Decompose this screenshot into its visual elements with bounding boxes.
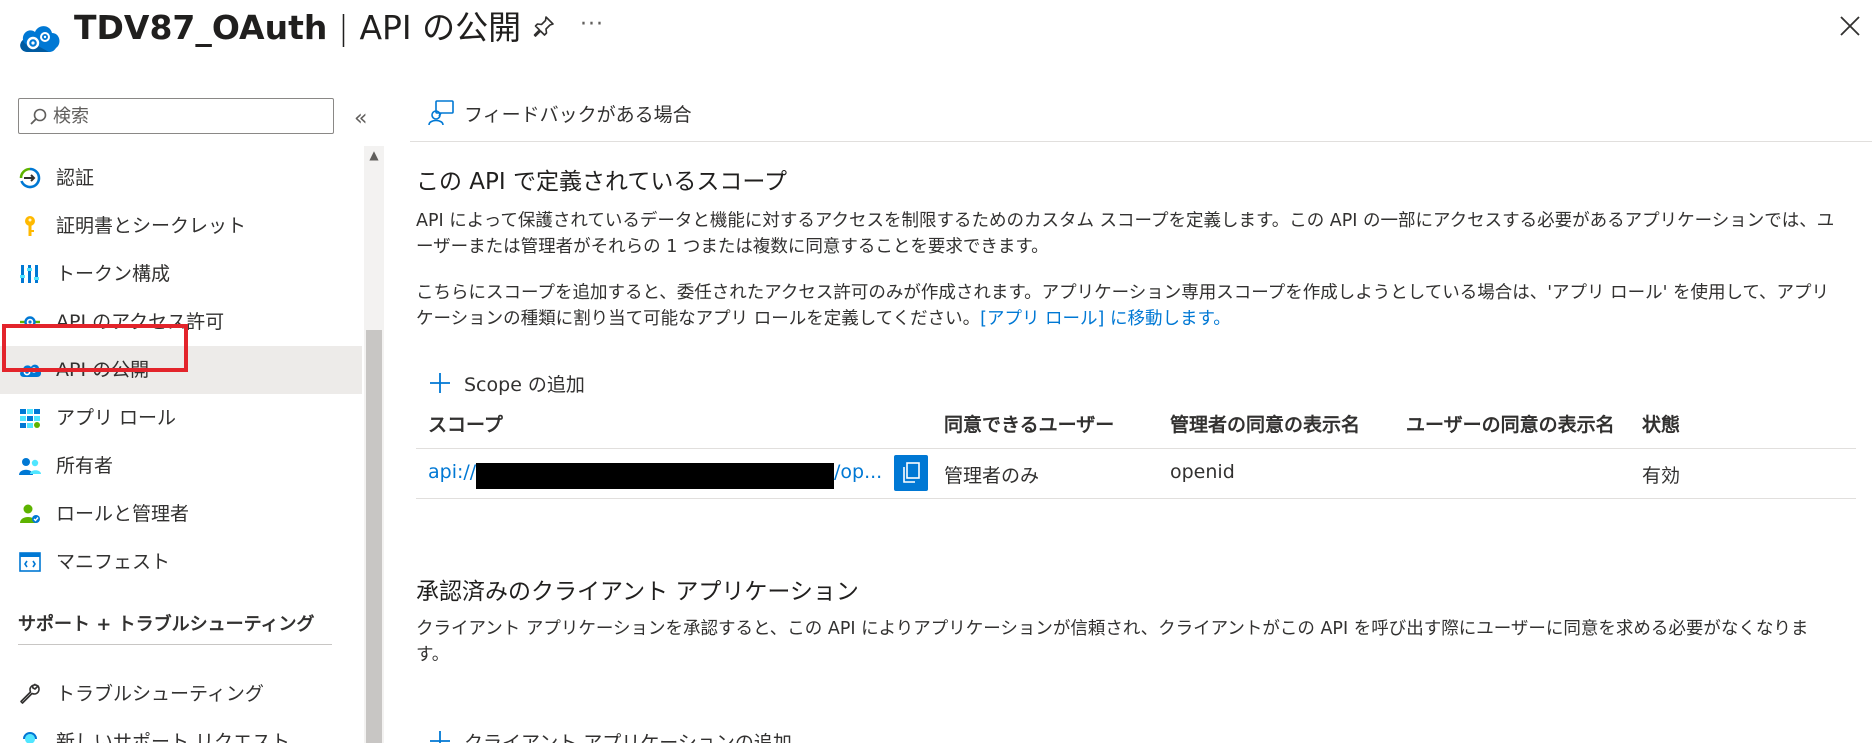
- admin-consent-name-value: openid: [1170, 461, 1235, 483]
- sidebar-item-token-configuration[interactable]: トークン構成: [0, 250, 362, 298]
- wrench-icon: [20, 683, 40, 704]
- blade-header: TDV87_OAuth | API の公開 ···: [0, 0, 1872, 72]
- state-value: 有効: [1642, 465, 1681, 487]
- add-scope-label: Scope の追加: [464, 373, 585, 396]
- column-header-scope[interactable]: スコープ: [428, 410, 503, 437]
- sidebar-item-manifest[interactable]: マニフェスト: [0, 538, 362, 586]
- token-config-icon: [20, 265, 39, 283]
- search-input[interactable]: [53, 103, 323, 129]
- toolbar-divider: [410, 141, 1872, 142]
- main-content: フィードバックがある場合 この API で定義されているスコープ API によっ…: [410, 72, 1872, 743]
- add-client-label: クライアント アプリケーションの追加: [464, 731, 792, 743]
- sidebar-item-label: トラブルシューティング: [56, 683, 264, 705]
- collapse-sidebar-icon[interactable]: «: [354, 106, 367, 131]
- owners-icon: [19, 458, 41, 475]
- support-agent-icon: [23, 732, 37, 743]
- scopes-note: こちらにスコープを追加すると、委任されたアクセス許可のみが作成されます。アプリケ…: [416, 283, 1830, 329]
- who-can-consent-value: 管理者のみ: [944, 465, 1040, 487]
- search-icon: [30, 108, 47, 125]
- copy-icon: [903, 462, 920, 483]
- pin-icon[interactable]: [532, 14, 556, 38]
- sidebar-item-label: 新しいサポート リクエスト: [56, 731, 291, 743]
- sidebar-item-roles-administrators[interactable]: ロールと管理者: [0, 490, 362, 538]
- sidebar-item-new-support-request[interactable]: 新しいサポート リクエスト: [0, 718, 362, 743]
- plus-icon: [430, 731, 450, 743]
- scroll-up-arrow-icon[interactable]: ▲: [364, 148, 384, 166]
- scopes-section-title: この API で定義されているスコープ: [416, 169, 787, 195]
- manifest-icon: [19, 552, 41, 572]
- column-header-who-can-consent[interactable]: 同意できるユーザー: [944, 410, 1114, 437]
- add-client-application-button[interactable]: クライアント アプリケーションの追加: [428, 726, 792, 743]
- more-options-icon[interactable]: ···: [580, 12, 604, 37]
- plus-icon: [430, 373, 450, 393]
- key-icon: [25, 216, 35, 236]
- sidebar: « 認証 証明書とシークレット: [0, 72, 367, 743]
- redacted-region: [476, 463, 834, 489]
- sidebar-item-app-roles[interactable]: アプリ ロール: [0, 394, 362, 442]
- feedback-button[interactable]: フィードバックがある場合: [428, 98, 692, 128]
- scope-link-suffix[interactable]: /op...: [834, 461, 882, 483]
- app-registration-cloud-icon: [20, 26, 60, 52]
- sidebar-item-label: マニフェスト: [56, 551, 171, 573]
- add-scope-button[interactable]: Scope の追加: [428, 368, 585, 398]
- app-roles-icon: [20, 409, 40, 428]
- scope-link-prefix[interactable]: api://: [428, 461, 476, 483]
- sidebar-item-label: 所有者: [56, 455, 114, 477]
- search-box[interactable]: [18, 98, 334, 134]
- sidebar-item-label: 認証: [56, 167, 95, 189]
- sidebar-item-certificates-secrets[interactable]: 証明書とシークレット: [0, 202, 362, 250]
- scopes-description: API によって保護されているデータと機能に対するアクセスを制限するためのカスタ…: [416, 211, 1835, 257]
- sidebar-item-label: 証明書とシークレット: [56, 215, 247, 237]
- table-row[interactable]: api:// /op... 管理者のみ openid 有効: [416, 449, 1856, 499]
- feedback-icon: [428, 100, 454, 126]
- sidebar-item-owners[interactable]: 所有者: [0, 442, 362, 490]
- close-icon[interactable]: [1838, 14, 1862, 38]
- scrollbar-thumb[interactable]: [366, 330, 382, 743]
- page-title: TDV87_OAuth | API の公開: [74, 8, 522, 47]
- column-header-state[interactable]: 状態: [1642, 410, 1680, 437]
- authorized-clients-title: 承認済みのクライアント アプリケーション: [416, 579, 859, 605]
- authorized-clients-description: クライアント アプリケーションを承認すると、この API によりアプリケーション…: [416, 619, 1809, 665]
- roles-admins-icon: [20, 504, 40, 523]
- copy-to-clipboard-button[interactable]: [894, 455, 928, 491]
- sidebar-item-label: トークン構成: [56, 263, 171, 285]
- sidebar-item-label: アプリ ロール: [56, 407, 177, 429]
- section-divider: [18, 644, 332, 645]
- highlight-annotation: [2, 324, 188, 372]
- column-header-admin-consent-name[interactable]: 管理者の同意の表示名: [1170, 410, 1360, 437]
- app-roles-link[interactable]: [アプリ ロール] に移動します。: [980, 309, 1231, 329]
- feedback-label: フィードバックがある場合: [464, 103, 692, 126]
- support-section-header: サポート + トラブルシューティング: [18, 614, 315, 635]
- sidebar-item-troubleshooting[interactable]: トラブルシューティング: [0, 670, 362, 718]
- authentication-icon: [19, 167, 41, 189]
- sidebar-item-authentication[interactable]: 認証: [0, 154, 362, 202]
- column-header-user-consent-name[interactable]: ユーザーの同意の表示名: [1406, 410, 1615, 437]
- sidebar-item-label: ロールと管理者: [56, 503, 190, 525]
